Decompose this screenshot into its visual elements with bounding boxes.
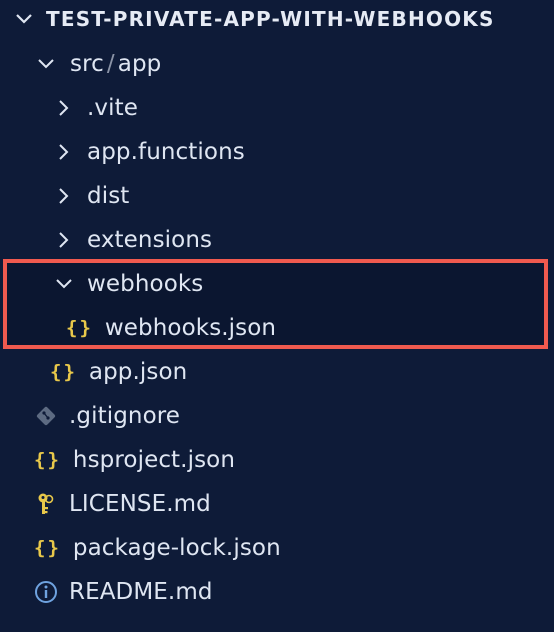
file-label: package-lock.json bbox=[72, 535, 281, 561]
key-icon bbox=[34, 492, 58, 516]
info-icon bbox=[34, 580, 58, 604]
tree-item-webhooks-json[interactable]: {} webhooks.json bbox=[0, 306, 554, 350]
tree-item-app-json[interactable]: {} app.json bbox=[0, 350, 554, 394]
tree-item-dist[interactable]: dist bbox=[0, 174, 554, 218]
file-label: app.json bbox=[88, 359, 188, 385]
file-label: .gitignore bbox=[69, 403, 181, 429]
folder-label: app.functions bbox=[87, 139, 245, 165]
tree-item-app-functions[interactable]: app.functions bbox=[0, 130, 554, 174]
json-file-icon: {} bbox=[50, 361, 77, 383]
folder-label: webhooks bbox=[87, 271, 204, 297]
root-folder-label: TEST-PRIVATE-APP-WITH-WEBHOOKS bbox=[46, 7, 495, 31]
chevron-right-icon bbox=[54, 142, 74, 162]
chevron-down-icon bbox=[54, 274, 74, 294]
folder-label: extensions bbox=[87, 227, 213, 253]
chevron-right-icon bbox=[54, 98, 74, 118]
json-file-icon: {} bbox=[34, 537, 61, 559]
json-file-icon: {} bbox=[66, 317, 93, 339]
file-label: webhooks.json bbox=[104, 315, 277, 341]
chevron-right-icon bbox=[54, 186, 74, 206]
folder-label-src: src bbox=[70, 51, 104, 77]
tree-item-readme[interactable]: README.md bbox=[0, 570, 554, 614]
tree-item-src-app[interactable]: src / app bbox=[0, 42, 554, 86]
chevron-down-icon bbox=[36, 54, 56, 74]
file-label: hsproject.json bbox=[72, 447, 236, 473]
json-file-icon: {} bbox=[34, 449, 61, 471]
tree-item-package-lock-json[interactable]: {} package-lock.json bbox=[0, 526, 554, 570]
tree-item-license[interactable]: LICENSE.md bbox=[0, 482, 554, 526]
file-label: README.md bbox=[69, 579, 213, 605]
file-explorer: TEST-PRIVATE-APP-WITH-WEBHOOKS src / app… bbox=[0, 0, 554, 632]
path-separator: / bbox=[106, 51, 115, 77]
folder-label: .vite bbox=[87, 95, 138, 121]
folder-label-app: app bbox=[117, 51, 162, 77]
file-label: LICENSE.md bbox=[69, 491, 211, 517]
tree-item-vite[interactable]: .vite bbox=[0, 86, 554, 130]
chevron-down-icon bbox=[14, 9, 34, 29]
explorer-root-header[interactable]: TEST-PRIVATE-APP-WITH-WEBHOOKS bbox=[0, 0, 554, 38]
folder-label: dist bbox=[87, 183, 130, 209]
tree-item-extensions[interactable]: extensions bbox=[0, 218, 554, 262]
tree-item-gitignore[interactable]: .gitignore bbox=[0, 394, 554, 438]
git-icon bbox=[34, 404, 58, 428]
chevron-right-icon bbox=[54, 230, 74, 250]
tree-item-webhooks[interactable]: webhooks bbox=[0, 262, 554, 306]
tree-item-hsproject-json[interactable]: {} hsproject.json bbox=[0, 438, 554, 482]
